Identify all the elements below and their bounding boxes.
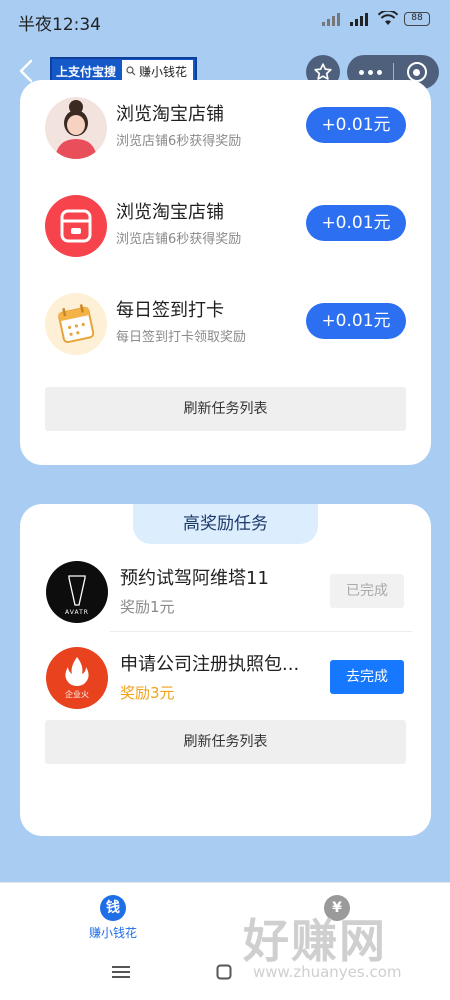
- high-reward-amount: 奖励3元: [120, 684, 175, 702]
- menu-icon[interactable]: [112, 965, 130, 979]
- search-icon: [126, 66, 136, 76]
- more-dot-icon: [376, 69, 382, 75]
- qiyehuo-logo-icon: 企业火: [46, 647, 108, 709]
- shop-icon: [45, 195, 107, 257]
- more-dot-icon: [367, 69, 373, 75]
- watermark-url: www.zhuanyes.com: [253, 963, 402, 981]
- avatr-logo-icon: AVATR: [46, 561, 108, 623]
- task-desc: 每日签到打卡领取奖励: [116, 330, 247, 345]
- status-icons: 88: [322, 11, 430, 26]
- high-reward-amount: 奖励1元: [120, 598, 175, 616]
- high-reward-row: AVATR 预约试驾阿维塔11 奖励1元 已完成: [20, 556, 431, 634]
- signal-hd-icon: [350, 12, 368, 26]
- task-title: 每日签到打卡: [116, 300, 224, 321]
- section-title: 高奖励任务: [133, 504, 318, 544]
- more-dot-icon: [358, 69, 364, 75]
- status-time: 半夜12:34: [18, 15, 101, 35]
- search-tag-keyword: 赚小钱花: [139, 64, 188, 79]
- wifi-icon: [378, 11, 398, 25]
- tab-label: 赚小钱花: [88, 926, 137, 940]
- task-card: 浏览淘宝店铺 浏览店铺6秒获得奖励 +0.01元 浏览淘宝店铺 浏览店铺6秒获得…: [20, 80, 431, 465]
- reward-button[interactable]: +0.01元: [306, 107, 406, 143]
- reward-button[interactable]: +0.01元: [306, 205, 406, 241]
- star-icon: [314, 63, 332, 80]
- search-tag-box: 赚小钱花: [122, 60, 193, 82]
- svg-text:企业火: 企业火: [65, 689, 89, 699]
- svg-text:AVATR: AVATR: [65, 609, 89, 616]
- high-reward-title: 申请公司注册执照包...: [120, 654, 300, 675]
- refresh-task-list-button[interactable]: 刷新任务列表: [45, 720, 406, 764]
- tab-earn[interactable]: 钱 赚小钱花: [78, 895, 148, 941]
- watermark-text: 好赚网: [243, 914, 387, 968]
- task-row: 浏览淘宝店铺 浏览店铺6秒获得奖励 +0.01元: [20, 190, 431, 260]
- refresh-task-list-button[interactable]: 刷新任务列表: [45, 387, 406, 431]
- high-reward-title: 预约试驾阿维塔11: [120, 568, 269, 589]
- task-title: 浏览淘宝店铺: [116, 104, 224, 125]
- money-icon: 钱: [100, 895, 126, 921]
- close-ring-icon: [406, 62, 427, 82]
- row-divider: [110, 631, 412, 632]
- status-bar: 半夜12:34 88: [0, 0, 450, 40]
- calendar-icon: [45, 293, 107, 355]
- reward-button[interactable]: +0.01元: [306, 303, 406, 339]
- battery-indicator: 88: [404, 11, 430, 26]
- watermark: 好赚网 www.zhuanyes.com: [243, 915, 443, 995]
- go-complete-button[interactable]: 去完成: [330, 660, 404, 694]
- completed-button[interactable]: 已完成: [330, 574, 404, 608]
- signal-icon: [322, 12, 340, 26]
- home-icon[interactable]: [216, 964, 232, 980]
- task-desc: 浏览店铺6秒获得奖励: [116, 232, 242, 247]
- task-row: 浏览淘宝店铺 浏览店铺6秒获得奖励 +0.01元: [20, 92, 431, 162]
- high-reward-card: 高奖励任务 AVATR 预约试驾阿维塔11 奖励1元 已完成 企业火 申请公司注…: [20, 504, 431, 836]
- search-tag-prefix: 上支付宝搜: [56, 64, 117, 79]
- girl-avatar-icon: [45, 97, 107, 159]
- task-row: 每日签到打卡 每日签到打卡领取奖励 +0.01元: [20, 288, 431, 358]
- task-desc: 浏览店铺6秒获得奖励: [116, 134, 242, 149]
- high-reward-row: 企业火 申请公司注册执照包... 奖励3元 去完成: [20, 642, 431, 720]
- task-title: 浏览淘宝店铺: [116, 202, 224, 223]
